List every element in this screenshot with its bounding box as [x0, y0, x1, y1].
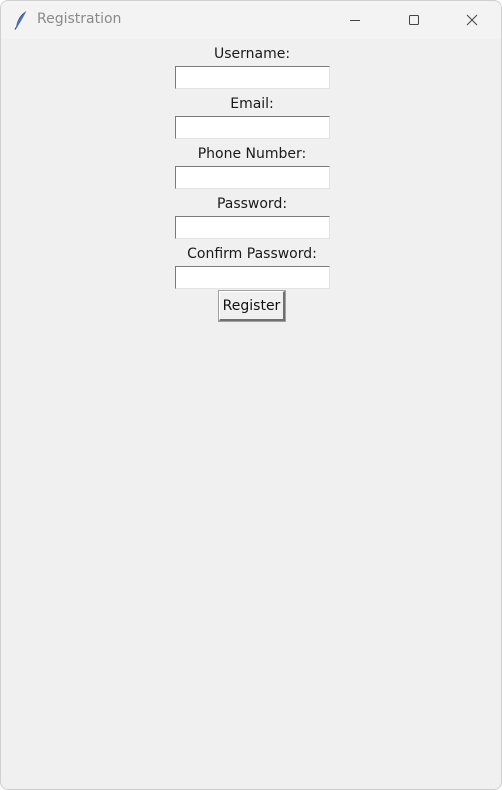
- email-label: Email:: [230, 96, 274, 112]
- password-label: Password:: [216, 196, 288, 212]
- maximize-icon: [408, 14, 420, 26]
- username-input[interactable]: [175, 66, 330, 89]
- window-title: Registration: [37, 11, 122, 27]
- phone-number-input[interactable]: [175, 166, 330, 189]
- minimize-button[interactable]: [326, 1, 384, 39]
- register-button[interactable]: Register: [218, 290, 286, 322]
- username-label: Username:: [213, 46, 291, 62]
- close-icon: [466, 14, 478, 26]
- confirm-password-input[interactable]: [175, 266, 330, 289]
- password-input[interactable]: [175, 216, 330, 239]
- email-input[interactable]: [175, 116, 330, 139]
- close-button[interactable]: [443, 1, 501, 39]
- confirm-password-label: Confirm Password:: [187, 246, 317, 262]
- registration-window: Registration Username: Email: Phone Numb…: [0, 0, 502, 790]
- feather-icon: [13, 10, 29, 30]
- maximize-button[interactable]: [385, 1, 443, 39]
- phone-number-label: Phone Number:: [197, 146, 307, 162]
- title-bar[interactable]: Registration: [1, 1, 501, 39]
- minimize-icon: [349, 14, 361, 26]
- form-area: Username: Email: Phone Number: Password:…: [1, 39, 501, 789]
